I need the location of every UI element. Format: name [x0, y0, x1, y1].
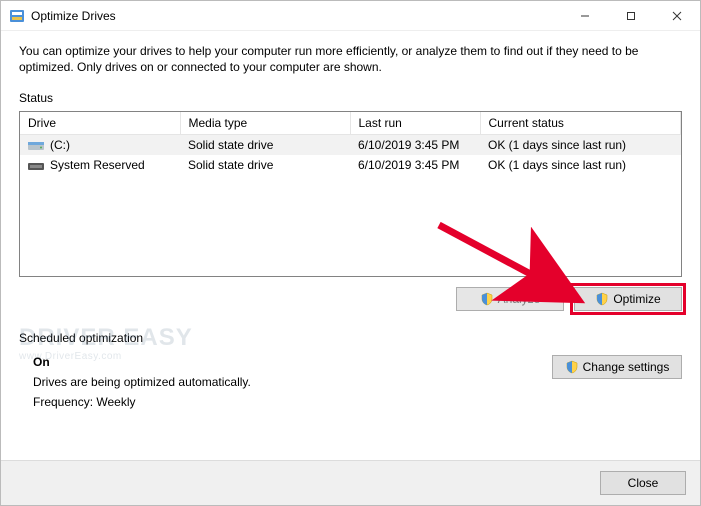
- analyze-button[interactable]: Analyze: [456, 287, 564, 311]
- optimize-label: Optimize: [613, 292, 660, 306]
- status-label: Status: [19, 91, 682, 105]
- scheduled-label: Scheduled optimization: [19, 331, 682, 345]
- drive-status: OK (1 days since last run): [480, 135, 681, 156]
- drive-media: Solid state drive: [180, 135, 350, 156]
- scheduled-freq: Frequency: Weekly: [33, 395, 540, 409]
- change-settings-label: Change settings: [583, 360, 670, 374]
- action-buttons: Analyze Optimize: [19, 287, 682, 311]
- analyze-label: Analyze: [498, 292, 541, 306]
- close-button[interactable]: Close: [600, 471, 686, 495]
- bottom-bar: Close: [1, 460, 700, 505]
- drives-table: Drive Media type Last run Current status…: [19, 111, 682, 277]
- description-text: You can optimize your drives to help you…: [19, 43, 682, 75]
- change-settings-button[interactable]: Change settings: [552, 355, 682, 379]
- scheduled-on: On: [33, 355, 540, 369]
- col-media[interactable]: Media type: [180, 112, 350, 135]
- scheduled-desc: Drives are being optimized automatically…: [33, 375, 540, 389]
- drive-lastrun: 6/10/2019 3:45 PM: [350, 135, 480, 156]
- shield-icon: [480, 292, 494, 306]
- shield-icon: [595, 292, 609, 306]
- scheduled-optimization-section: Scheduled optimization On Drives are bei…: [19, 331, 682, 415]
- optimize-drives-window: Optimize Drives You can optimize your dr…: [0, 0, 701, 506]
- drive-name: System Reserved: [50, 158, 145, 172]
- col-status[interactable]: Current status: [480, 112, 681, 135]
- content-area: You can optimize your drives to help you…: [1, 31, 700, 460]
- shield-icon: [565, 360, 579, 374]
- table-row[interactable]: System Reserved Solid state drive 6/10/2…: [20, 155, 681, 175]
- drive-status: OK (1 days since last run): [480, 155, 681, 175]
- optimize-button[interactable]: Optimize: [574, 287, 682, 311]
- app-icon: [9, 8, 25, 24]
- drive-icon: [28, 139, 44, 151]
- table-header-row: Drive Media type Last run Current status: [20, 112, 681, 135]
- maximize-button[interactable]: [608, 1, 654, 31]
- drive-lastrun: 6/10/2019 3:45 PM: [350, 155, 480, 175]
- titlebar: Optimize Drives: [1, 1, 700, 31]
- close-window-button[interactable]: [654, 1, 700, 31]
- col-drive[interactable]: Drive: [20, 112, 180, 135]
- window-title: Optimize Drives: [31, 9, 116, 23]
- table-row[interactable]: (C:) Solid state drive 6/10/2019 3:45 PM…: [20, 135, 681, 156]
- col-lastrun[interactable]: Last run: [350, 112, 480, 135]
- drive-media: Solid state drive: [180, 155, 350, 175]
- minimize-button[interactable]: [562, 1, 608, 31]
- partition-icon: [28, 159, 44, 171]
- drive-name: (C:): [50, 138, 70, 152]
